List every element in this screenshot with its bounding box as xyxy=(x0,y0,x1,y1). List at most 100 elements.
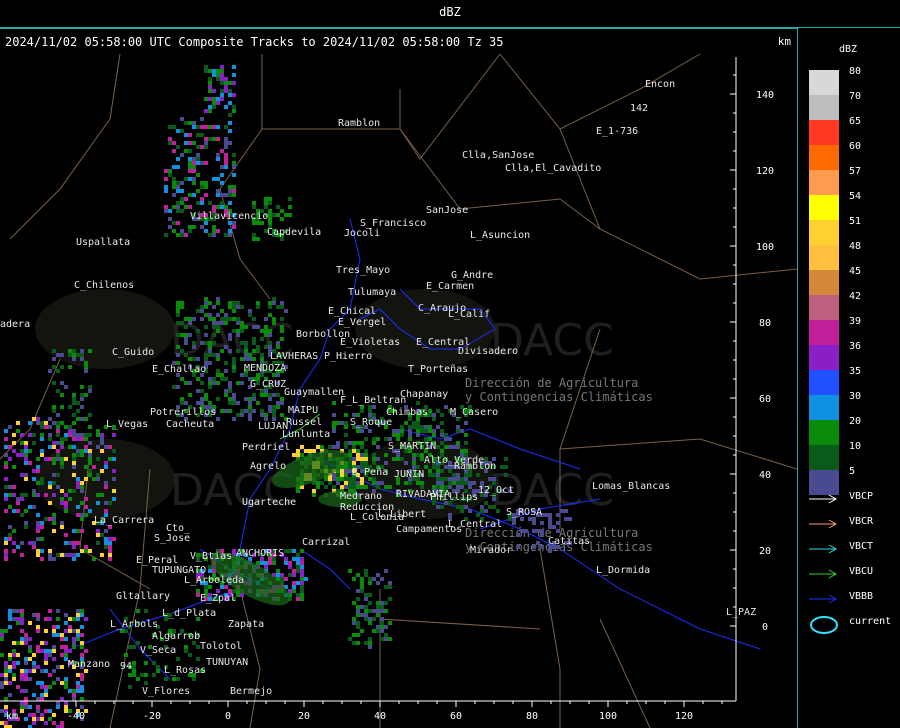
place-label: T_Porteñas xyxy=(408,364,468,375)
scale-swatch: 70 xyxy=(809,91,861,120)
place-label: Chapanay xyxy=(400,389,448,400)
place-label: M_Casero xyxy=(450,407,498,418)
arrow-icon xyxy=(809,594,838,604)
place-label: TUNUYAN xyxy=(206,657,248,668)
place-label: E_Violetas xyxy=(340,337,400,348)
place-label: Medrano xyxy=(340,491,382,502)
place-label: L_Calif xyxy=(448,309,490,320)
place-label: S_ROSA xyxy=(506,507,542,518)
scale-swatch: 36 xyxy=(809,341,861,370)
scale-label: 54 xyxy=(849,191,862,202)
map-header: 2024/11/02 05:58:00 UTC Composite Tracks… xyxy=(5,35,504,49)
place-label: S_Roque xyxy=(350,417,392,428)
x-tick-label: 100 xyxy=(599,711,617,722)
scale-label: 39 xyxy=(849,316,862,327)
scale-swatch: 20 xyxy=(809,416,861,445)
place-label: 94 xyxy=(120,661,132,672)
place-label: Villavicencio xyxy=(190,211,268,222)
place-label: ANCHORIS xyxy=(236,548,284,559)
scale-swatch: 80 xyxy=(809,66,861,95)
scale-unit: dBZ xyxy=(839,44,858,55)
place-label: Phillips xyxy=(430,492,478,503)
place-label: La_Carrera xyxy=(94,515,154,526)
x-tick-label: 40 xyxy=(374,711,386,722)
place-label: Clla,SanJose xyxy=(462,150,534,161)
place-label: L_Rosas xyxy=(164,665,206,676)
scale-swatch: 48 xyxy=(809,241,861,270)
legend-label: VBCT xyxy=(849,541,874,552)
scale-swatch: 54 xyxy=(809,191,861,220)
scale-swatch: 57 xyxy=(809,166,861,195)
place-label: E_Vergel xyxy=(338,317,386,328)
place-label: C_Chilenos xyxy=(74,280,134,291)
title-bar: dBZ xyxy=(0,0,900,28)
legend-item: VBCT xyxy=(805,538,900,563)
arrow-icon xyxy=(809,519,838,529)
radar-map-panel[interactable]: DACC DACC Dirección de Agriculturay Contin… xyxy=(0,28,798,728)
place-label: V_Seca xyxy=(140,645,176,656)
place-label: V_Btias xyxy=(190,551,232,562)
x-tick-label: 120 xyxy=(675,711,693,722)
scale-label: 70 xyxy=(849,91,862,102)
y-tick-label: 100 xyxy=(756,242,774,253)
legend-label: VBCR xyxy=(849,516,874,527)
place-label: L_d_Plata xyxy=(162,608,216,619)
x-unit-label: km xyxy=(6,711,18,722)
place-label: E_Chical xyxy=(328,306,376,317)
place-label: Russel xyxy=(286,417,322,428)
scale-label: 51 xyxy=(849,216,862,227)
place-label: Catitas xyxy=(548,536,590,547)
scale-swatch: 35 xyxy=(809,366,861,395)
legend-label: current xyxy=(849,616,892,627)
svg-text:DACC: DACC xyxy=(490,315,614,366)
place-label: Ramblon xyxy=(454,461,496,472)
place-label: F_L_Beltran xyxy=(340,395,406,406)
place-label: E_Carmen xyxy=(426,281,474,292)
place-label: B_Peña xyxy=(352,467,388,478)
place-label: 12_Oct xyxy=(478,485,514,496)
legend-item: VBCU xyxy=(805,563,900,588)
scale-swatch: 60 xyxy=(809,141,861,170)
place-label: L_Arboleda xyxy=(184,575,244,586)
svg-text:y Contingencias Climáticas: y Contingencias Climáticas xyxy=(465,390,653,404)
arrow-icon xyxy=(809,569,838,579)
place-label: E_1-736 xyxy=(596,126,638,137)
place-label: Zapata xyxy=(228,619,264,630)
arrow-icon xyxy=(809,494,838,504)
dbz-color-scale: 80 70 65 60 57 54 51 48 45 42 39 36 35 30 20 10 5 xyxy=(809,66,861,495)
place-label: Tres_Mayo xyxy=(336,265,390,276)
radar-map[interactable]: DACC DACC Dirección de Agriculturay Contin… xyxy=(0,29,797,728)
place-label: Mirador xyxy=(470,545,512,556)
place-label: Perdriel xyxy=(242,442,290,453)
legend-item: current xyxy=(805,613,900,638)
y-unit-label: km xyxy=(777,35,791,48)
place-label: Lomas_Blancas xyxy=(592,481,670,492)
place-label: adera xyxy=(0,319,30,330)
place-label: Tolotol xyxy=(200,641,242,652)
scale-label: 48 xyxy=(849,241,862,252)
place-label: L_PAZ xyxy=(726,607,756,618)
place-label: Campamentos xyxy=(396,524,462,535)
place-label: G_Andre xyxy=(451,270,493,281)
x-tick-label: 80 xyxy=(526,711,538,722)
place-label: Bermejo xyxy=(230,686,272,697)
scale-label: 45 xyxy=(849,266,862,277)
x-tick-label: -20 xyxy=(143,711,161,722)
svg-text:DACC: DACC xyxy=(170,465,294,516)
place-label: L_Asuncion xyxy=(470,230,530,241)
legend-item: VBCR xyxy=(805,513,900,538)
legend-item: VBBB xyxy=(805,588,900,613)
scale-label: 36 xyxy=(849,341,862,352)
scale-label: 60 xyxy=(849,141,862,152)
legend-item: VBCP xyxy=(805,488,900,513)
place-label: Manzano xyxy=(68,659,110,670)
place-label: Ugarteche xyxy=(242,497,296,508)
x-tick-label: 60 xyxy=(450,711,462,722)
place-label: Jocoli xyxy=(344,228,380,239)
scale-label: 42 xyxy=(849,291,862,302)
scale-label: 65 xyxy=(849,116,862,127)
scale-swatch: 10 xyxy=(809,441,861,470)
place-label: 142 xyxy=(630,103,648,114)
scale-swatch: 42 xyxy=(809,291,861,320)
track-legend: VBCP VBCR VBCT VBCU VBBB current xyxy=(805,488,900,638)
